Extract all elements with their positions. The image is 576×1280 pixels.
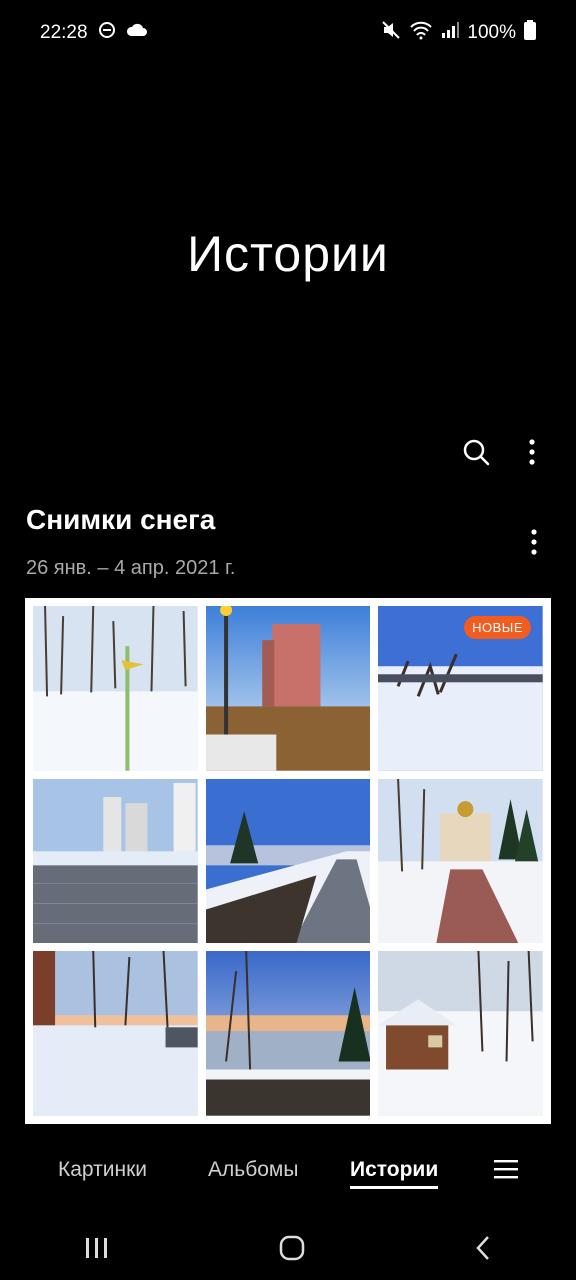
menu-button[interactable]	[494, 1158, 518, 1185]
story-title[interactable]: Снимки снега	[26, 504, 215, 536]
battery-percent: 100%	[467, 22, 516, 43]
search-icon	[463, 439, 490, 466]
dnd-icon	[98, 21, 116, 45]
battery-icon	[524, 20, 536, 46]
status-time: 22:28	[40, 22, 88, 43]
new-badge: НОВЫЕ	[464, 616, 531, 639]
story-more-button[interactable]	[518, 526, 550, 558]
tab-stories[interactable]: Истории	[350, 1158, 439, 1189]
mute-icon	[381, 20, 401, 46]
photo-thumbnail[interactable]	[33, 778, 198, 944]
cloud-icon	[126, 22, 148, 44]
status-bar: 22:28 100%	[0, 0, 576, 66]
more-vertical-icon	[531, 529, 537, 555]
wifi-icon	[409, 20, 433, 46]
photo-thumbnail[interactable]	[205, 951, 371, 1116]
status-left: 22:28	[40, 21, 148, 45]
bottom-tab-bar: Картинки Альбомы Истории	[0, 1140, 576, 1204]
back-button[interactable]	[474, 1234, 492, 1267]
more-vertical-icon	[529, 439, 535, 465]
back-chevron-icon	[476, 1235, 489, 1260]
page-title: Истории	[187, 226, 389, 282]
photo-thumbnail[interactable]	[378, 951, 543, 1116]
photo-thumbnail[interactable]	[205, 778, 371, 944]
photo-thumbnail[interactable]	[33, 606, 198, 771]
tab-pictures[interactable]: Картинки	[58, 1158, 147, 1182]
home-button[interactable]	[278, 1234, 306, 1267]
home-icon	[279, 1235, 305, 1260]
top-actions	[460, 436, 548, 468]
status-right: 100%	[381, 20, 536, 46]
photo-thumbnail[interactable]	[205, 606, 371, 771]
signal-icon	[441, 21, 460, 45]
hamburger-menu-icon	[494, 1160, 518, 1179]
more-options-button[interactable]	[516, 436, 548, 468]
search-button[interactable]	[460, 436, 492, 468]
tab-albums[interactable]: Альбомы	[208, 1158, 298, 1182]
photo-thumbnail[interactable]	[378, 778, 543, 944]
story-collage[interactable]: НОВЫЕ	[25, 598, 551, 1124]
recent-apps-icon	[86, 1237, 107, 1258]
story-date-range: 26 янв. – 4 апр. 2021 г.	[26, 557, 236, 579]
recent-apps-button[interactable]	[84, 1236, 110, 1265]
system-nav-bar	[0, 1220, 576, 1280]
photo-thumbnail[interactable]	[33, 951, 198, 1116]
photo-thumbnail[interactable]: НОВЫЕ	[378, 606, 543, 771]
